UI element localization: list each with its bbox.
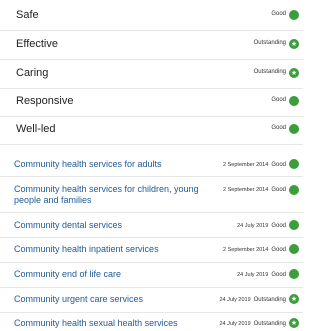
rating-text: Outstanding: [253, 40, 286, 46]
service-link-adults[interactable]: Community health services for adults: [14, 159, 162, 170]
service-date: 24 July 2019: [219, 321, 251, 327]
key-question-label: Responsive: [16, 95, 74, 107]
rating-text: Outstanding: [253, 69, 286, 75]
key-question-row-safe: Safe Good: [0, 2, 303, 31]
service-meta: 24 July 2019 Outstanding: [219, 321, 286, 327]
good-rating-icon: [289, 220, 299, 230]
rating-text: Good: [271, 97, 286, 103]
service-date: 2 September 2014: [223, 247, 269, 253]
outstanding-star-icon: [289, 318, 299, 328]
service-date: 2 September 2014: [223, 162, 269, 168]
rating-text: Good: [271, 187, 286, 193]
service-link-dental[interactable]: Community dental services: [14, 220, 122, 231]
service-link-children[interactable]: Community health services for children, …: [14, 184, 199, 206]
outstanding-star-icon: [289, 294, 299, 304]
key-question-label: Caring: [16, 67, 49, 79]
service-meta: 2 September 2014 Good: [223, 162, 286, 168]
service-meta: 2 September 2014 Good: [223, 247, 286, 253]
service-row: Community health inpatient services 2 Se…: [0, 238, 303, 263]
service-link-sexual-health[interactable]: Community health sexual health services: [14, 318, 178, 329]
service-row: Community health services for adults 2 S…: [0, 152, 303, 177]
rating-text: Outstanding: [253, 297, 286, 303]
rating-text: Good: [271, 162, 286, 168]
key-question-row-well-led: Well-led Good: [0, 116, 303, 145]
service-meta: 24 July 2019 Good: [237, 272, 286, 278]
service-meta: 2 September 2014 Good: [223, 187, 286, 193]
rating-text: Good: [271, 272, 286, 278]
outstanding-star-icon: [289, 68, 299, 78]
key-question-label: Safe: [16, 9, 39, 21]
service-row: Community health services for children, …: [0, 178, 303, 213]
good-rating-icon: [289, 96, 299, 106]
service-row: Community end of life care 24 July 2019 G…: [0, 263, 303, 288]
service-link-urgent-care[interactable]: Community urgent care services: [14, 294, 143, 305]
key-question-row-effective: Effective Outstanding: [0, 31, 303, 60]
rating-text: Good: [271, 11, 286, 17]
service-row: Community urgent care services 24 July 2…: [0, 288, 303, 313]
good-rating-icon: [289, 185, 299, 195]
service-link-inpatient[interactable]: Community health inpatient services: [14, 244, 159, 255]
rating-text: Good: [271, 125, 286, 131]
outstanding-star-icon: [289, 39, 299, 49]
service-date: 24 July 2019: [237, 272, 269, 278]
key-question-row-responsive: Responsive Good: [0, 88, 303, 117]
good-rating-icon: [289, 159, 299, 169]
service-link-end-of-life[interactable]: Community end of life care: [14, 269, 121, 280]
good-rating-icon: [289, 10, 299, 20]
rating-text: Outstanding: [253, 321, 286, 327]
good-rating-icon: [289, 124, 299, 134]
key-question-label: Well-led: [16, 123, 56, 135]
key-question-label: Effective: [16, 38, 58, 50]
service-meta: 24 July 2019 Good: [237, 223, 286, 229]
good-rating-icon: [289, 269, 299, 279]
service-row: Community dental services 24 July 2019 Go…: [0, 213, 303, 238]
service-row: Community health sexual health services …: [0, 313, 303, 331]
service-date: 24 July 2019: [237, 223, 269, 229]
good-rating-icon: [289, 244, 299, 254]
service-date: 2 September 2014: [223, 187, 269, 193]
rating-text: Good: [271, 247, 286, 253]
key-question-row-caring: Caring Outstanding: [0, 60, 303, 89]
rating-text: Good: [271, 223, 286, 229]
service-meta: 24 July 2019 Outstanding: [219, 297, 286, 303]
service-date: 24 July 2019: [219, 297, 251, 303]
